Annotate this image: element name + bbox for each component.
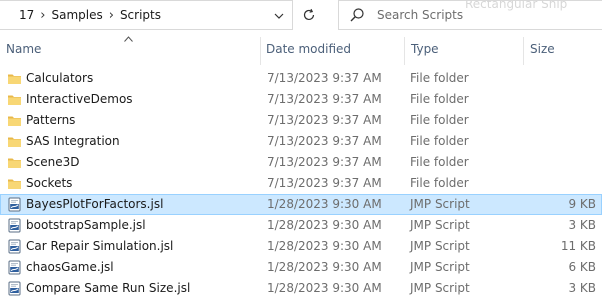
folder-icon xyxy=(7,155,22,170)
sort-ascending-icon xyxy=(124,36,133,42)
file-name: SAS Integration xyxy=(26,134,120,148)
toolbar: 17 › Samples › Scripts Search Scripts Re… xyxy=(0,0,602,31)
file-date-modified: 1/28/2023 9:30 AM xyxy=(267,260,382,274)
column-name[interactable]: Name xyxy=(6,42,41,56)
file-name: BayesPlotForFactors.jsl xyxy=(26,197,164,211)
file-name: chaosGame.jsl xyxy=(26,260,114,274)
jsl-file-icon xyxy=(7,281,22,296)
file-name: bootstrapSample.jsl xyxy=(26,218,146,232)
file-type: JMP Script xyxy=(410,260,470,274)
file-date-modified: 7/13/2023 9:37 AM xyxy=(267,155,382,169)
file-name: Car Repair Simulation.jsl xyxy=(26,239,174,253)
file-row[interactable]: Scene3D 7/13/2023 9:37 AM File folder xyxy=(0,152,602,173)
file-name: InteractiveDemos xyxy=(26,92,133,106)
chevron-down-icon[interactable] xyxy=(272,9,286,23)
column-divider[interactable] xyxy=(260,37,261,65)
file-type: File folder xyxy=(410,155,469,169)
file-row[interactable]: Sockets 7/13/2023 9:37 AM File folder xyxy=(0,173,602,194)
address-bar[interactable]: 17 › Samples › Scripts xyxy=(0,0,293,30)
file-size: 9 KB xyxy=(568,197,596,211)
column-type[interactable]: Type xyxy=(411,42,439,56)
file-type: File folder xyxy=(410,92,469,106)
file-row[interactable]: bootstrapSample.jsl 1/28/2023 9:30 AM JMP … xyxy=(0,215,602,236)
breadcrumb-17[interactable]: 17 xyxy=(16,8,37,22)
file-name: Sockets xyxy=(26,176,73,190)
file-name: Compare Same Run Size.jsl xyxy=(26,281,191,295)
file-date-modified: 1/28/2023 9:30 AM xyxy=(267,281,382,295)
file-row[interactable]: Car Repair Simulation.jsl 1/28/2023 9:30 … xyxy=(0,236,602,257)
file-size: 3 KB xyxy=(568,281,596,295)
file-type: JMP Script xyxy=(410,281,470,295)
jsl-file-icon xyxy=(7,197,22,212)
file-type: JMP Script xyxy=(410,197,470,211)
file-date-modified: 7/13/2023 9:37 AM xyxy=(267,71,382,85)
refresh-icon xyxy=(303,8,315,21)
file-date-modified: 7/13/2023 9:37 AM xyxy=(267,92,382,106)
file-type: File folder xyxy=(410,134,469,148)
folder-icon xyxy=(7,71,22,86)
column-size[interactable]: Size xyxy=(530,42,555,56)
column-date-modified[interactable]: Date modified xyxy=(266,42,351,56)
folder-icon xyxy=(7,134,22,149)
breadcrumb-separator-icon[interactable]: › xyxy=(106,8,117,23)
file-date-modified: 7/13/2023 9:37 AM xyxy=(267,176,382,190)
column-header: Name Date modified Type Size xyxy=(0,31,602,67)
file-size: 3 KB xyxy=(568,218,596,232)
file-date-modified: 7/13/2023 9:37 AM xyxy=(267,134,382,148)
jsl-file-icon xyxy=(7,218,22,233)
jsl-file-icon xyxy=(7,260,22,275)
file-row[interactable]: Patterns 7/13/2023 9:37 AM File folder xyxy=(0,110,602,131)
file-type: File folder xyxy=(410,113,469,127)
file-row[interactable]: Compare Same Run Size.jsl 1/28/2023 9:30 … xyxy=(0,278,602,299)
file-size: 6 KB xyxy=(568,260,596,274)
jsl-file-icon xyxy=(7,239,22,254)
file-date-modified: 1/28/2023 9:30 AM xyxy=(267,218,382,232)
folder-icon xyxy=(7,92,22,107)
folder-icon xyxy=(7,113,22,128)
file-row[interactable]: SAS Integration 7/13/2023 9:37 AM File fol… xyxy=(0,131,602,152)
file-date-modified: 7/13/2023 9:37 AM xyxy=(267,113,382,127)
refresh-button[interactable] xyxy=(297,4,321,26)
file-row[interactable]: InteractiveDemos 7/13/2023 9:37 AM File fo… xyxy=(0,89,602,110)
column-divider[interactable] xyxy=(404,37,405,65)
file-row[interactable]: Calculators 7/13/2023 9:37 AM File folder xyxy=(0,68,602,89)
file-type: JMP Script xyxy=(410,239,470,253)
breadcrumb-separator-icon[interactable]: › xyxy=(37,8,48,23)
snip-overlay-label: Rectangular Snip xyxy=(465,0,568,11)
file-size: 11 KB xyxy=(560,239,596,253)
file-type: File folder xyxy=(410,71,469,85)
search-icon xyxy=(350,8,364,22)
folder-icon xyxy=(7,176,22,191)
file-date-modified: 1/28/2023 9:30 AM xyxy=(267,239,382,253)
breadcrumb-samples[interactable]: Samples xyxy=(48,8,105,22)
file-row[interactable]: chaosGame.jsl 1/28/2023 9:30 AM JMP Script… xyxy=(0,257,602,278)
column-divider[interactable] xyxy=(523,37,524,65)
breadcrumb-scripts[interactable]: Scripts xyxy=(117,8,164,22)
file-type: JMP Script xyxy=(410,218,470,232)
file-type: File folder xyxy=(410,176,469,190)
file-name: Patterns xyxy=(26,113,76,127)
file-name: Scene3D xyxy=(26,155,80,169)
search-input[interactable]: Search Scripts xyxy=(377,8,463,22)
file-name: Calculators xyxy=(26,71,94,85)
file-date-modified: 1/28/2023 9:30 AM xyxy=(267,197,382,211)
file-row-selected[interactable]: BayesPlotForFactors.jsl 1/28/2023 9:30 AM… xyxy=(0,194,602,215)
